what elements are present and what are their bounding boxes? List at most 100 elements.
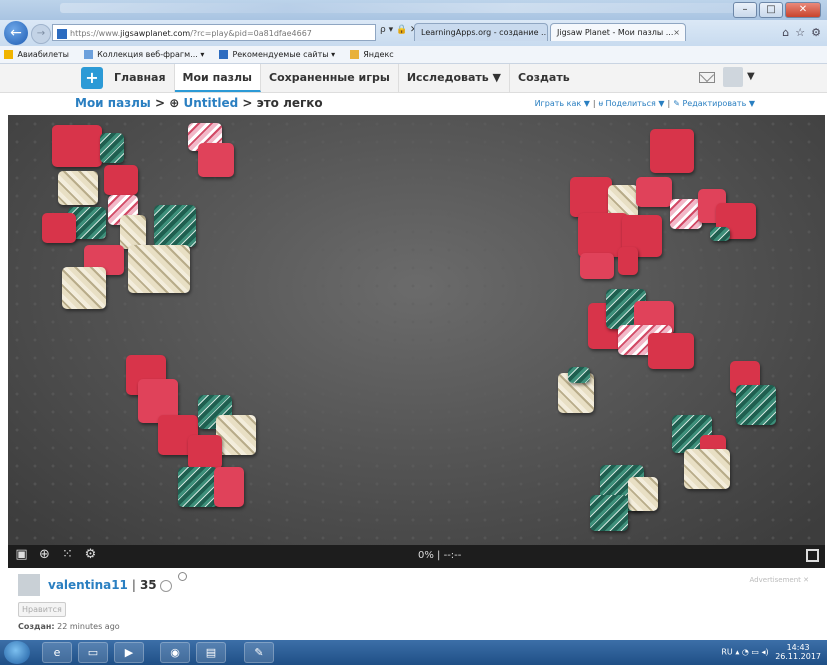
url-prefix: https://www. [70, 29, 121, 38]
created-value: 22 minutes ago [54, 622, 120, 631]
puzzle-piece[interactable] [570, 177, 612, 217]
puzzle-piece[interactable] [648, 333, 694, 369]
like-button[interactable]: Нравится [18, 602, 66, 617]
menu-home[interactable]: Главная [106, 64, 175, 92]
jigsawplanet-logo-icon[interactable]: + [81, 67, 103, 89]
address-bar[interactable]: https://www.jigsawplanet.com/?rc=play&pi… [52, 24, 376, 41]
puzzle-info: valentina11 | 35 Advertisement ✕ Нравится … [0, 568, 827, 640]
tab-jigsawplanet[interactable]: Jigsaw Planet - Мои пазлы ... × [550, 23, 686, 41]
puzzle-piece[interactable] [650, 129, 694, 173]
favorites-star-icon[interactable]: ☆ [795, 26, 805, 39]
favorite-item[interactable]: Авиабилеты [18, 50, 69, 59]
user-avatar-icon[interactable] [723, 67, 743, 87]
puzzle-piece[interactable] [100, 133, 124, 163]
ghost-image-icon[interactable]: ⊕ [38, 548, 51, 561]
breadcrumb-folder[interactable]: Untitled [183, 96, 238, 110]
owner-avatar[interactable] [18, 574, 40, 596]
owner-name[interactable]: valentina11 [48, 578, 128, 592]
puzzle-piece[interactable] [214, 467, 244, 507]
edit-button[interactable]: Редактировать ▼ [682, 99, 755, 108]
owner-separator: | [131, 578, 136, 592]
puzzle-piece[interactable] [216, 415, 256, 455]
browser-navbar: ← → https://www.jigsawplanet.com/?rc=pla… [0, 20, 827, 46]
favorites-bar: Авиабилеты Коллекция веб-фрагм... ▾ Реко… [0, 46, 827, 64]
menu-explore[interactable]: Исследовать ▼ [399, 64, 511, 92]
puzzle-piece[interactable] [120, 215, 146, 249]
loading-icon [178, 572, 187, 581]
puzzle-piece[interactable] [198, 143, 234, 177]
puzzle-piece[interactable] [188, 435, 222, 469]
puzzle-piece[interactable] [736, 385, 776, 425]
created-info: Создан: 22 minutes ago [18, 622, 120, 631]
scatter-pieces-icon[interactable]: ⁙ [61, 548, 74, 561]
tray-icons[interactable]: ▴ ◔ ▭ ◂) [735, 648, 768, 657]
minimize-button[interactable]: – [733, 2, 757, 18]
breadcrumb-my-puzzles[interactable]: Мои пазлы [75, 96, 151, 110]
mail-icon[interactable] [699, 72, 715, 83]
puzzle-piece[interactable] [52, 125, 102, 167]
puzzle-piece[interactable] [178, 467, 218, 507]
menu-saved-games[interactable]: Сохраненные игры [261, 64, 399, 92]
puzzle-piece[interactable] [590, 495, 628, 531]
tab-close-icon[interactable]: × [673, 24, 680, 41]
puzzle-piece[interactable] [580, 253, 614, 279]
puzzle-piece[interactable] [618, 247, 638, 275]
breadcrumb: Мои пазлы > ⊕ Untitled > это легко Играт… [0, 93, 827, 115]
maximize-button[interactable]: □ [759, 2, 783, 18]
chrome-taskbar-icon[interactable]: ◉ [160, 642, 190, 663]
user-menu-caret-icon[interactable]: ▼ [747, 71, 755, 82]
puzzle-piece[interactable] [58, 171, 98, 205]
breadcrumb-path: Мои пазлы > ⊕ Untitled > это легко [75, 96, 323, 110]
globe-icon: ⊕ [169, 96, 180, 110]
puzzle-piece[interactable] [628, 477, 658, 511]
fullscreen-icon[interactable] [806, 549, 819, 562]
back-button[interactable]: ← [4, 21, 28, 45]
ie-taskbar-icon[interactable]: e [42, 642, 72, 663]
share-button[interactable]: Поделиться ▼ [606, 99, 665, 108]
puzzle-piece[interactable] [684, 449, 730, 489]
clock[interactable]: 14:43 26.11.2017 [775, 643, 821, 661]
tab-label: Jigsaw Planet - Мои пазлы ... [557, 28, 674, 37]
home-icon[interactable]: ⌂ [782, 26, 789, 39]
breadcrumb-separator: > [150, 96, 170, 110]
puzzle-piece[interactable] [104, 165, 138, 195]
favorite-item[interactable]: Яндекс [363, 50, 393, 59]
puzzle-piece[interactable] [636, 177, 672, 207]
play-as-button[interactable]: Играть как ▼ [535, 99, 590, 108]
preview-image-icon[interactable]: ▣ [15, 548, 28, 561]
favorite-item[interactable]: Коллекция веб-фрагм... ▾ [97, 50, 204, 59]
puzzle-piece[interactable] [42, 213, 76, 243]
paint-taskbar-icon[interactable]: ✎ [244, 642, 274, 663]
bing-icon [218, 50, 228, 59]
close-window-button[interactable]: ✕ [785, 2, 821, 18]
settings-gear-icon[interactable]: ⚙ [811, 26, 821, 39]
tab-learningapps[interactable]: LearningApps.org - создание ... [414, 23, 548, 41]
menu-my-puzzles[interactable]: Мои пазлы [174, 64, 262, 92]
forward-button[interactable]: → [31, 24, 51, 44]
address-tools[interactable]: ρ ▾ 🔒 ✕ [380, 25, 418, 35]
explorer-taskbar-icon[interactable]: ▭ [78, 642, 108, 663]
browser-tools: ⌂ ☆ ⚙ [782, 26, 821, 39]
board-toolbar: ▣ ⊕ ⁙ ⚙ 0% | --:-- [8, 545, 825, 568]
puzzle-piece[interactable] [128, 245, 190, 293]
settings-gear-icon[interactable]: ⚙ [84, 548, 97, 561]
url-path: /?rc=play&pid=0a81dfae4667 [190, 29, 312, 38]
favorite-item[interactable]: Рекомендуемые сайты ▾ [232, 50, 335, 59]
puzzle-title: это легко [256, 96, 323, 110]
puzzle-piece[interactable] [154, 205, 196, 247]
start-button[interactable] [4, 641, 30, 664]
window-titlebar: – □ ✕ [0, 0, 827, 20]
puzzle-piece[interactable] [710, 227, 730, 241]
created-label: Создан: [18, 622, 55, 631]
language-indicator[interactable]: RU [721, 648, 732, 657]
tab-label: LearningApps.org - создание ... [421, 28, 548, 37]
board-tools: ▣ ⊕ ⁙ ⚙ [15, 548, 97, 561]
puzzle-board[interactable] [8, 115, 825, 545]
window-taskbar-icon[interactable]: ▤ [196, 642, 226, 663]
puzzle-piece[interactable] [568, 367, 590, 383]
media-player-taskbar-icon[interactable]: ▶ [114, 642, 144, 663]
menu-create[interactable]: Создать [510, 64, 578, 92]
advertisement-label[interactable]: Advertisement ✕ [750, 576, 809, 584]
puzzle-piece[interactable] [62, 267, 106, 309]
site-favicon-icon [57, 28, 67, 39]
